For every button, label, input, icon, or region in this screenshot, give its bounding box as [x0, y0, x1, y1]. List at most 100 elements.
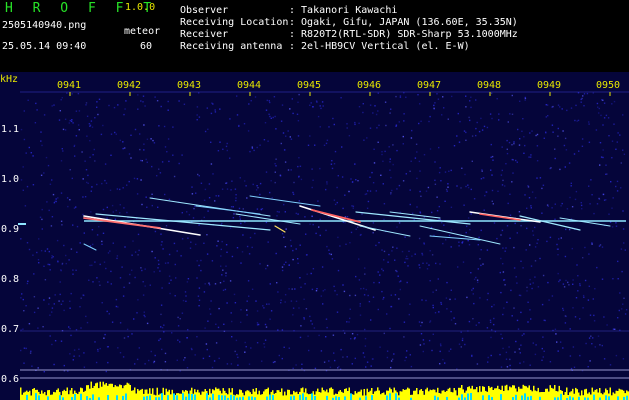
noise-speck: [69, 169, 71, 171]
x-tick-label: 0946: [357, 80, 382, 91]
noise-speck: [75, 206, 77, 208]
level-bar: [42, 393, 44, 400]
noise-speck: [115, 209, 117, 212]
noise-speck: [296, 113, 299, 115]
noise-speck: [422, 262, 424, 264]
noise-speck: [620, 187, 622, 189]
noise-speck: [491, 174, 493, 176]
noise-speck: [510, 289, 512, 292]
noise-speck: [211, 366, 214, 369]
noise-speck: [186, 211, 188, 213]
noise-speck: [222, 148, 224, 150]
noise-speck: [102, 232, 105, 234]
noise-speck: [250, 100, 252, 102]
noise-speck: [479, 258, 481, 260]
level-bar-cyan: [59, 395, 61, 400]
noise-speck: [349, 242, 351, 244]
noise-speck: [403, 113, 405, 115]
noise-speck: [295, 248, 297, 250]
noise-speck: [151, 204, 153, 207]
level-bar: [456, 395, 458, 400]
noise-speck: [389, 169, 391, 171]
level-bar: [357, 391, 359, 400]
noise-speck: [426, 268, 429, 270]
noise-speck: [436, 93, 438, 95]
noise-speck: [217, 326, 220, 329]
noise-speck: [351, 181, 354, 183]
noise-speck: [377, 308, 379, 311]
noise-speck: [164, 146, 167, 148]
noise-speck: [468, 320, 471, 323]
noise-speck: [583, 93, 586, 95]
noise-speck: [509, 214, 512, 216]
noise-speck: [221, 274, 223, 276]
noise-speck: [447, 118, 449, 120]
noise-speck: [280, 120, 283, 122]
noise-speck: [514, 351, 516, 353]
noise-speck: [70, 334, 72, 337]
noise-speck: [401, 250, 404, 253]
noise-speck: [217, 240, 219, 242]
noise-speck: [418, 321, 421, 323]
level-bar: [590, 394, 592, 400]
noise-speck: [92, 154, 94, 156]
noise-speck: [244, 351, 246, 353]
noise-speck: [259, 263, 261, 265]
noise-speck: [349, 308, 351, 310]
noise-speck: [80, 297, 82, 299]
noise-speck: [420, 325, 422, 327]
y-tick-label: 1.1: [1, 124, 20, 135]
observer-label: Observer: [180, 5, 229, 16]
noise-speck: [429, 115, 431, 118]
noise-speck: [208, 284, 211, 286]
noise-speck: [434, 161, 436, 163]
noise-speck: [402, 135, 404, 138]
level-bar: [546, 388, 548, 400]
level-bar: [204, 389, 206, 400]
noise-speck: [549, 236, 552, 239]
noise-speck: [428, 264, 430, 266]
noise-speck: [321, 101, 324, 103]
noise-speck: [33, 296, 36, 298]
level-bar: [474, 389, 476, 400]
noise-speck: [63, 309, 65, 312]
noise-speck: [278, 211, 280, 213]
noise-speck: [45, 156, 48, 159]
noise-speck: [283, 346, 285, 348]
noise-speck: [226, 188, 229, 190]
noise-speck: [382, 183, 384, 185]
noise-speck: [231, 320, 233, 323]
noise-speck: [395, 269, 397, 272]
noise-speck: [388, 253, 390, 256]
level-bar: [518, 386, 520, 400]
noise-speck: [53, 303, 55, 305]
noise-speck: [43, 172, 45, 174]
noise-speck: [331, 160, 333, 162]
noise-speck: [89, 245, 92, 247]
noise-speck: [516, 319, 519, 322]
noise-speck: [442, 96, 444, 98]
noise-speck: [597, 335, 600, 337]
noise-speck: [116, 188, 119, 190]
noise-speck: [97, 113, 99, 116]
noise-speck: [579, 284, 581, 287]
noise-speck: [425, 190, 428, 192]
noise-speck: [405, 356, 407, 359]
noise-speck: [304, 216, 306, 218]
noise-speck: [461, 337, 464, 340]
noise-speck: [255, 189, 258, 191]
noise-speck: [542, 356, 544, 358]
noise-speck: [236, 114, 239, 116]
noise-speck: [237, 364, 239, 366]
noise-speck: [194, 205, 196, 207]
noise-speck: [438, 171, 441, 174]
noise-speck: [446, 308, 448, 310]
noise-speck: [419, 344, 422, 346]
noise-speck: [397, 275, 399, 277]
noise-speck: [386, 313, 388, 315]
noise-speck: [154, 257, 156, 259]
noise-speck: [615, 225, 618, 227]
noise-speck: [583, 105, 585, 107]
noise-speck: [520, 344, 522, 346]
noise-speck: [214, 283, 217, 285]
